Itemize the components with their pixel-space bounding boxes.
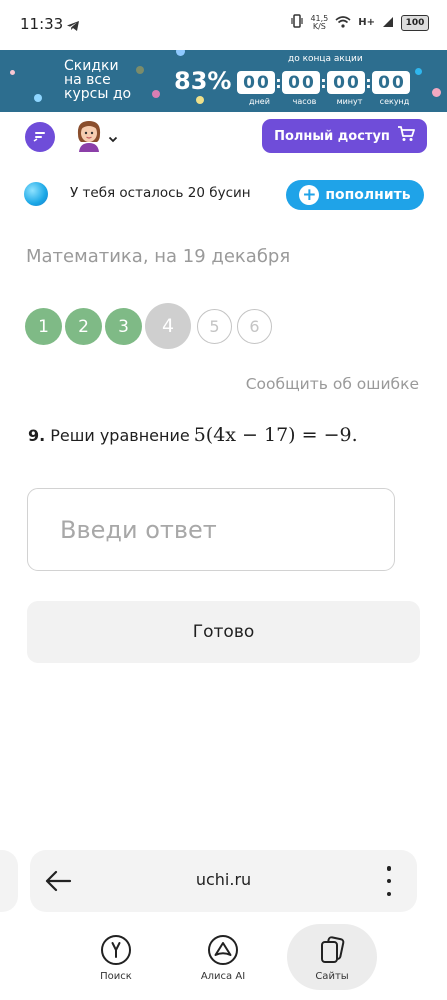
timer-days: 0 0 bbox=[237, 71, 275, 94]
timer-separator: : bbox=[275, 73, 282, 92]
promo-line-2: на все bbox=[64, 72, 111, 88]
nav-sites[interactable]: Сайты bbox=[287, 924, 377, 990]
decor-dot bbox=[432, 88, 441, 97]
timer-minutes: 0 0 bbox=[327, 71, 365, 94]
timer-separator: : bbox=[365, 73, 372, 92]
full-access-button[interactable]: Полный доступ bbox=[262, 119, 427, 153]
step-3[interactable]: 3 bbox=[105, 308, 142, 345]
timer-unit-label: секунд bbox=[379, 97, 410, 106]
timer-unit-label: минут bbox=[336, 97, 363, 106]
decor-dot bbox=[10, 70, 15, 75]
status-time: 11:33 bbox=[20, 15, 64, 33]
timer-digit: 0 bbox=[378, 72, 390, 93]
nav-search[interactable]: Поиск bbox=[71, 924, 161, 990]
timer-hours: 0 0 bbox=[282, 71, 320, 94]
timer-digit: 0 bbox=[347, 72, 359, 93]
network-type: H+ bbox=[358, 17, 375, 28]
answer-input[interactable] bbox=[27, 488, 395, 571]
nav-sites-label: Сайты bbox=[315, 971, 349, 982]
promo-until-label: до конца акции bbox=[288, 54, 363, 64]
decor-dot bbox=[415, 68, 422, 75]
timer-digit: 0 bbox=[288, 72, 300, 93]
nav-alice-label: Алиса AI bbox=[200, 971, 246, 982]
browser-bottom-nav: Поиск Алиса AI Сайты bbox=[0, 924, 447, 994]
more-menu-icon[interactable] bbox=[385, 866, 393, 896]
decor-dot bbox=[196, 96, 204, 104]
decor-dot bbox=[152, 90, 160, 98]
report-error-link[interactable]: Сообщить об ошибке bbox=[246, 375, 419, 393]
promo-line-3: курсы до bbox=[64, 86, 132, 102]
browser-address-bar: uchi.ru bbox=[30, 850, 417, 912]
timer-unit-label: дней bbox=[249, 97, 270, 106]
decor-dot bbox=[34, 94, 42, 102]
profile-switcher[interactable] bbox=[74, 118, 118, 156]
vibrate-icon bbox=[291, 13, 304, 32]
step-2[interactable]: 2 bbox=[65, 308, 102, 345]
promo-discount: 83% bbox=[174, 67, 232, 95]
timer-digit: 0 bbox=[333, 72, 345, 93]
task-equation: 5(4x − 17) = −9. bbox=[193, 424, 358, 446]
promo-line-1: Скидки bbox=[64, 58, 119, 74]
signal-icon bbox=[382, 13, 394, 32]
chat-bubble-icon bbox=[32, 128, 48, 147]
app-header: Полный доступ bbox=[0, 112, 447, 160]
timer-digit: 0 bbox=[257, 72, 269, 93]
countdown-timer: 0 0 : 0 0 : 0 0 : 0 0 bbox=[237, 71, 410, 94]
url-text[interactable]: uchi.ru bbox=[30, 870, 417, 889]
previous-tab-edge[interactable] bbox=[0, 850, 18, 912]
refill-label: пополнить bbox=[325, 187, 411, 203]
lesson-title: Математика, на 19 декабря bbox=[26, 246, 291, 267]
cart-icon bbox=[397, 126, 415, 146]
task-statement: 9. Реши уравнение 5(4x − 17) = −9. bbox=[28, 424, 358, 446]
network-speed-unit: K/S bbox=[312, 21, 326, 31]
task-number: 9. bbox=[28, 426, 46, 445]
alice-icon bbox=[207, 934, 239, 966]
plus-icon: + bbox=[299, 185, 320, 205]
timer-digit: 0 bbox=[392, 72, 404, 93]
tabs-icon bbox=[316, 934, 348, 966]
decor-dot bbox=[136, 66, 144, 74]
nav-search-label: Поиск bbox=[100, 971, 132, 982]
promo-banner[interactable]: Скидки на все курсы до 83% до конца акци… bbox=[0, 50, 447, 112]
status-bar: 11:33 41,5 K/S H+ 100 bbox=[0, 0, 447, 50]
battery-icon: 100 bbox=[401, 14, 429, 31]
wifi-icon bbox=[335, 13, 351, 32]
full-access-label: Полный доступ bbox=[274, 128, 390, 144]
chevron-down-icon bbox=[108, 128, 118, 147]
timer-unit-label: часов bbox=[292, 97, 317, 106]
telegram-icon bbox=[66, 17, 80, 36]
step-4[interactable]: 4 bbox=[145, 303, 191, 349]
timer-seconds: 0 0 bbox=[372, 71, 410, 94]
timer-digit: 0 bbox=[302, 72, 314, 93]
chat-button[interactable] bbox=[25, 122, 55, 152]
task-text: Реши уравнение bbox=[50, 426, 190, 445]
timer-digit: 0 bbox=[243, 72, 255, 93]
beads-row: У тебя осталось 20 бусин + пополнить bbox=[0, 178, 447, 212]
girl-avatar-icon bbox=[74, 118, 104, 156]
yandex-search-icon bbox=[100, 934, 132, 966]
nav-alice[interactable]: Алиса AI bbox=[178, 924, 268, 990]
step-1[interactable]: 1 bbox=[25, 308, 62, 345]
done-button[interactable]: Готово bbox=[27, 601, 420, 663]
refill-button[interactable]: + пополнить bbox=[286, 180, 424, 210]
decor-dot bbox=[176, 50, 185, 56]
step-6[interactable]: 6 bbox=[237, 309, 272, 344]
beads-balance-text: У тебя осталось 20 бусин bbox=[70, 185, 251, 201]
timer-separator: : bbox=[320, 73, 327, 92]
bead-icon bbox=[24, 182, 48, 206]
step-5[interactable]: 5 bbox=[197, 309, 232, 344]
